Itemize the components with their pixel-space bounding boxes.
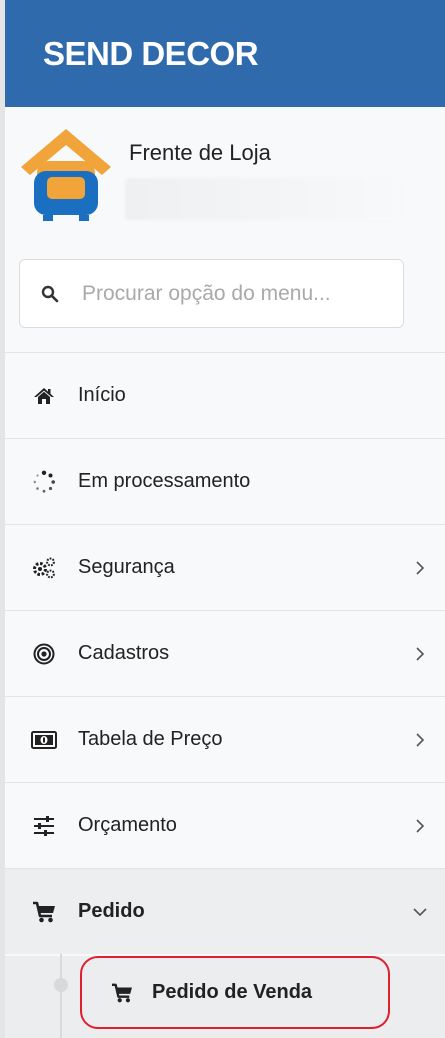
sidebar-item-label: Início <box>78 384 126 406</box>
sidebar-item-label: Em processamento <box>78 470 251 492</box>
money-bill-icon <box>30 726 58 754</box>
sliders-icon <box>30 812 58 840</box>
sidebar-item-cadastros[interactable]: Cadastros <box>5 610 445 696</box>
store-name: Frente de Loja <box>129 140 271 165</box>
search-input[interactable] <box>80 280 394 307</box>
user-panel <box>5 107 445 240</box>
sidebar-item-em-processamento[interactable]: Em processamento <box>5 438 445 524</box>
sidebar-item-pedido[interactable]: Pedido <box>5 868 445 954</box>
sidebar-item-label: Orçamento <box>78 814 177 836</box>
search-box[interactable] <box>19 259 404 328</box>
sidebar-item-label: Cadastros <box>78 642 170 664</box>
sidebar-item-label: Segurança <box>78 556 175 578</box>
chevron-right-icon <box>413 560 427 575</box>
cart-icon <box>30 898 58 926</box>
chevron-down-icon <box>413 905 427 919</box>
sidebar: SEND DECOR Frente de Loja Procurar opção… <box>5 0 445 1038</box>
submenu-item-pedido-de-venda[interactable]: Pedido de Venda <box>80 956 390 1029</box>
submenu-item-label: Pedido de Venda <box>152 981 313 1003</box>
sidebar-item-inicio[interactable]: Início <box>5 352 445 438</box>
tree-dot <box>54 978 68 992</box>
tree-line <box>60 954 62 1038</box>
chevron-right-icon <box>413 818 427 833</box>
sidebar-item-tabela-de-preco[interactable]: Tabela de Preço <box>5 696 445 782</box>
home-icon <box>30 382 58 410</box>
chevron-right-icon <box>413 732 427 747</box>
chevron-right-icon <box>413 646 427 661</box>
search-icon[interactable] <box>20 285 80 303</box>
brand-title: SEND DECOR <box>43 34 259 72</box>
sidebar-item-label: Tabela de Preço <box>78 728 223 750</box>
armchair-house-icon <box>21 129 111 221</box>
sidebar-menu: Início Em processamento Segurança Cadast… <box>5 352 445 954</box>
store-subtitle-redacted <box>125 178 400 220</box>
sidebar-item-seguranca[interactable]: Segurança <box>5 524 445 610</box>
sidebar-item-label: Pedido <box>78 900 145 922</box>
submenu-pedido: Pedido de Venda <box>5 954 445 1038</box>
brand-bar[interactable]: SEND DECOR <box>5 0 445 107</box>
spinner-icon <box>30 468 58 496</box>
gears-icon <box>30 554 58 582</box>
cart-icon <box>109 980 135 1006</box>
target-icon <box>30 640 58 668</box>
sidebar-item-orcamento[interactable]: Orçamento <box>5 782 445 868</box>
